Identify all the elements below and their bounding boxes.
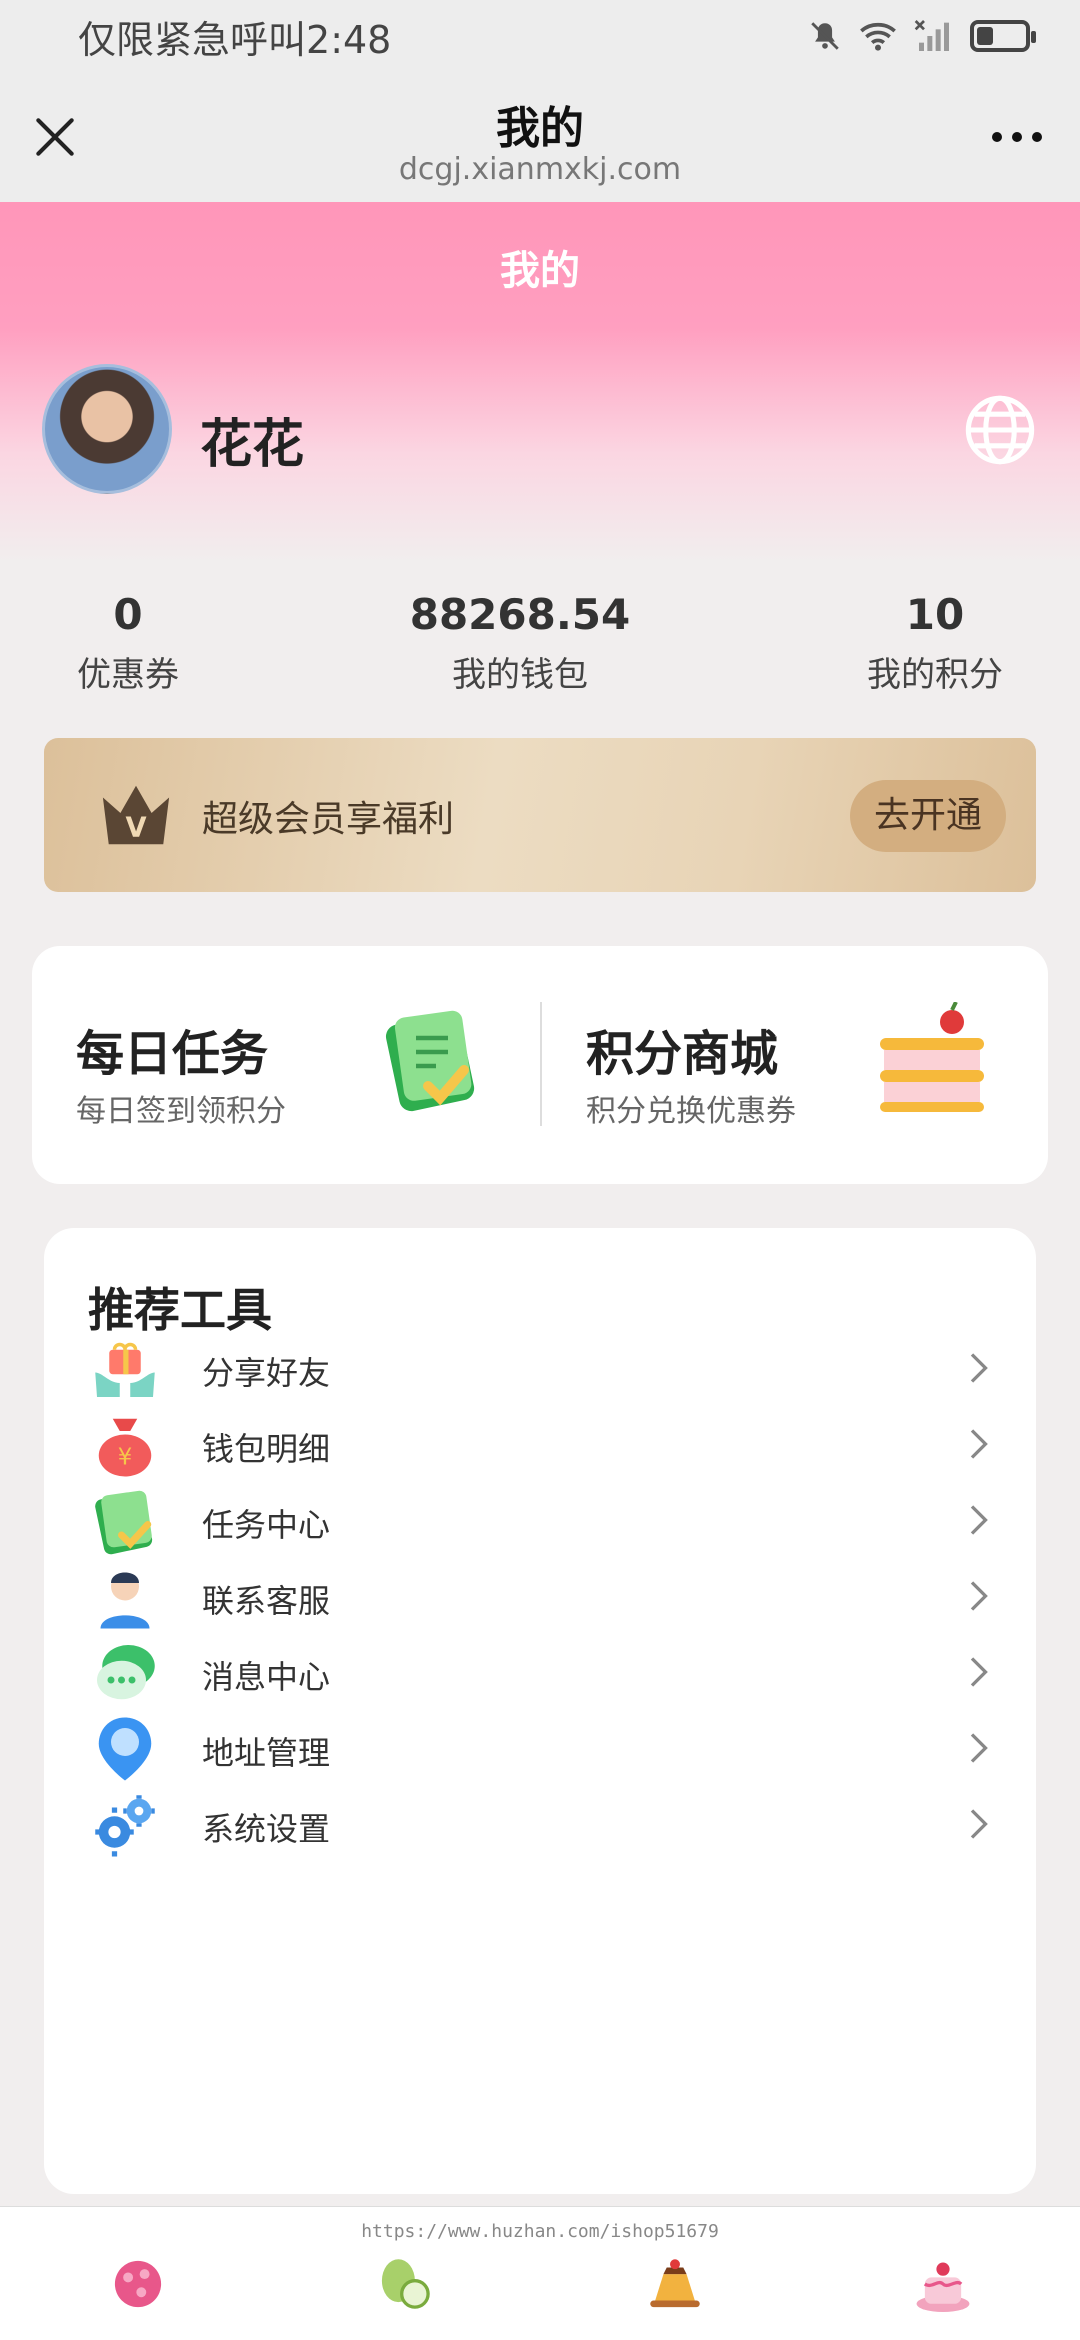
watermark-text: https://www.huzhan.com/ishop51679 [361,2221,719,2242]
tool-label: 系统设置 [202,1810,331,1848]
checklist-icon[interactable] [372,1002,492,1122]
status-bar: 仅限紧急呼叫2:48 [0,0,1080,72]
chevron-right-icon [970,1733,988,1763]
chevron-right-icon [970,1809,988,1839]
vip-letter: V [125,812,146,843]
daily-task-title[interactable]: 每日任务 [76,1014,268,1084]
page-title: 我的 [500,248,580,294]
wallet-balance: 88268.54 [409,590,631,639]
points-count: 10 [905,590,965,639]
wallet-label: 我的钱包 [452,655,588,695]
username: 花花 [200,415,305,475]
mute-bell-icon [811,22,839,50]
tool-system-settings[interactable]: 系统设置 [44,1768,1036,1882]
points-mall-subtitle: 积分兑换优惠券 [586,1094,796,1129]
nav-title: 我的 [496,103,584,154]
chevron-right-icon [970,1657,988,1687]
cake-icon[interactable] [872,1002,992,1122]
avatar[interactable] [42,364,172,494]
tab-pudding-icon[interactable] [642,2251,708,2317]
status-icons [808,19,1036,53]
chevron-right-icon [970,1581,988,1611]
bottom-tab-bar: https://www.huzhan.com/ishop51679 [0,2206,1080,2340]
chevron-right-icon [970,1505,988,1535]
browser-nav-bar: 我的 dcgj.xianmxkj.com [0,72,1080,202]
gears-icon [95,1795,155,1857]
tab-category-icon[interactable] [372,2251,438,2317]
battery-icon [970,20,1036,52]
recommended-tools: 推荐工具 分享好友 ¥ 钱包明细 任务中心 联系客服 消息中心 地址管理 系统设… [44,1228,1036,2194]
points-label: 我的积分 [867,655,1003,695]
wifi-icon [860,22,896,51]
globe-icon[interactable] [962,392,1038,468]
chevron-right-icon [970,1429,988,1459]
profile-header: 我的 花花 [0,202,1080,562]
signal-icon [914,20,949,51]
wallet-stat[interactable]: 88268.54 我的钱包 [400,590,640,696]
tab-profile-cake-icon[interactable] [910,2251,976,2317]
daily-task-subtitle: 每日签到领积分 [76,1094,286,1129]
points-mall-title[interactable]: 积分商城 [586,1014,778,1084]
vip-banner[interactable]: V 超级会员享福利 去开通 [44,738,1036,892]
vip-crown-icon: V [102,785,170,845]
task-divider [540,1002,542,1126]
chevron-right-icon [970,1353,988,1383]
vip-text: 超级会员享福利 [202,799,455,840]
coupon-stat[interactable]: 0 优惠券 [58,590,198,696]
more-menu-icon[interactable] [992,132,1042,142]
tab-home-icon[interactable] [105,2251,171,2317]
vip-activate-button[interactable]: 去开通 [850,780,1006,852]
stats-row: 0 优惠券 88268.54 我的钱包 10 我的积分 [0,590,1080,700]
status-time: 2:48 [306,17,392,62]
points-stat[interactable]: 10 我的积分 [850,590,1020,696]
task-cards: 每日任务 每日签到领积分 积分商城 积分兑换优惠券 [32,946,1048,1184]
coupon-count: 0 [113,590,143,639]
coupon-label: 优惠券 [77,655,179,695]
status-left: 仅限紧急呼叫2:48 [78,9,391,64]
nav-url: dcgj.xianmxkj.com [398,152,682,187]
carrier-text: 仅限紧急呼叫 [78,17,307,62]
